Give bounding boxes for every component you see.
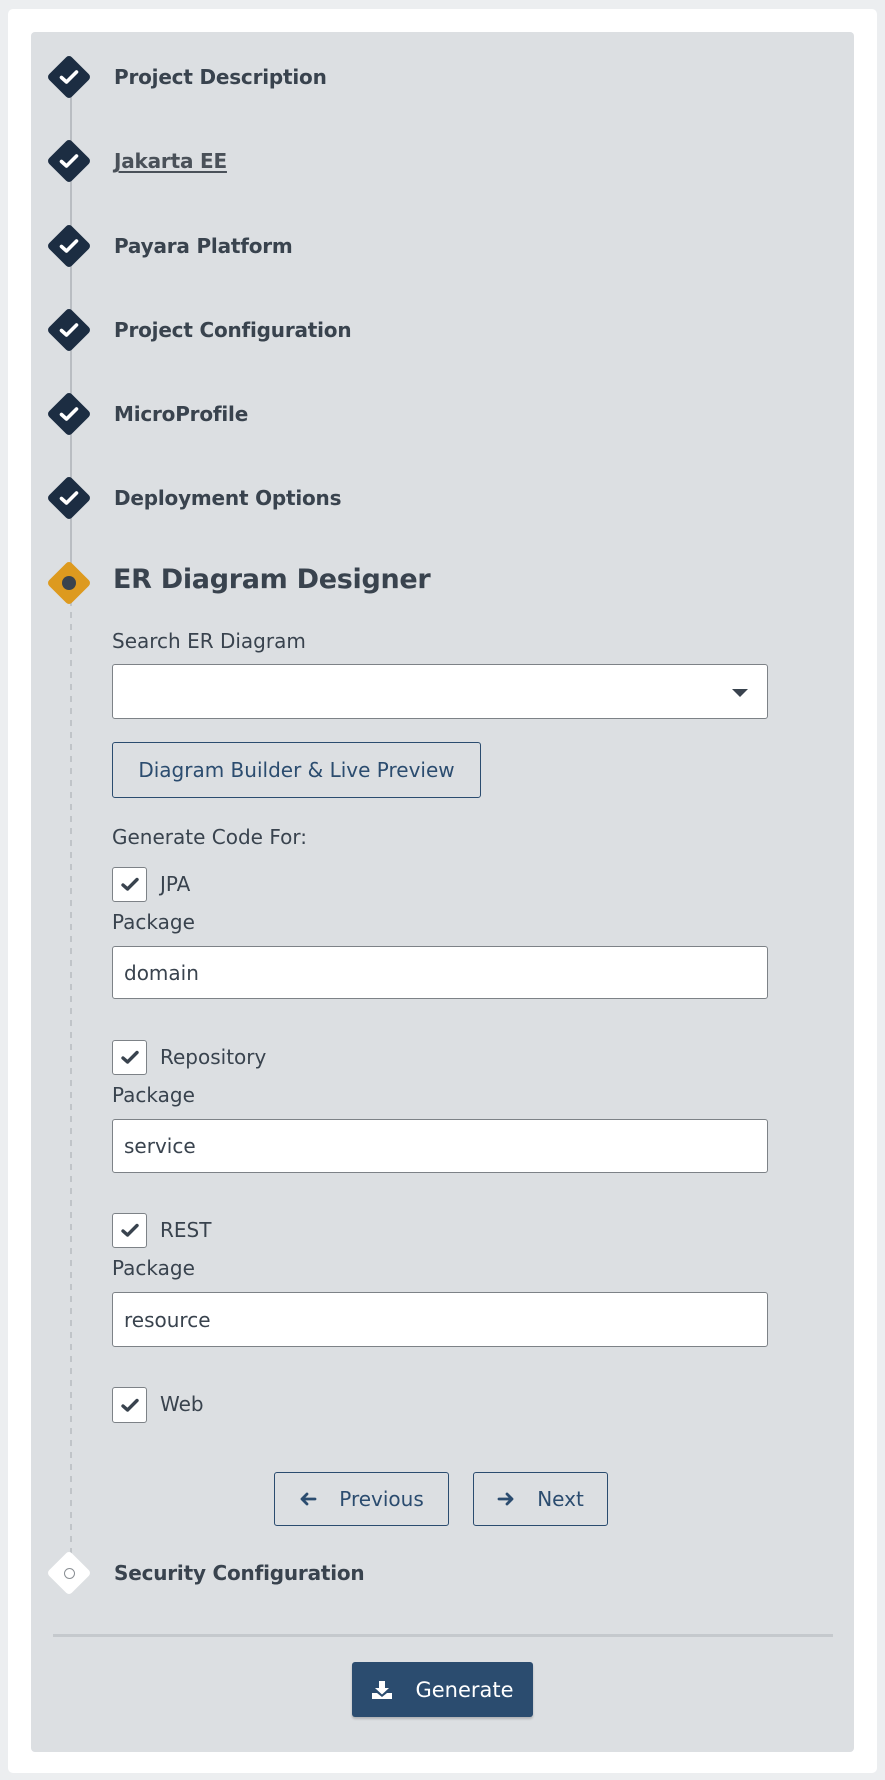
dot-icon bbox=[53, 567, 85, 599]
footer-divider bbox=[53, 1634, 833, 1637]
check-icon bbox=[53, 230, 85, 262]
rest-checkbox[interactable] bbox=[112, 1213, 147, 1248]
repository-package-label: Package bbox=[112, 1083, 195, 1107]
check-icon bbox=[120, 1050, 139, 1064]
web-label[interactable]: Web bbox=[160, 1392, 204, 1416]
rest-package-label: Package bbox=[112, 1256, 195, 1280]
step-project-configuration[interactable]: Project Configuration bbox=[114, 318, 352, 342]
web-checkbox[interactable] bbox=[112, 1387, 147, 1423]
jpa-package-label: Package bbox=[112, 910, 195, 934]
previous-button[interactable]: Previous bbox=[274, 1472, 449, 1526]
step-jakarta-ee[interactable]: Jakarta EE bbox=[114, 149, 227, 173]
check-icon bbox=[53, 482, 85, 514]
timeline-line-pending bbox=[70, 600, 72, 1560]
caret-down-icon bbox=[732, 688, 748, 697]
generate-button-label: Generate bbox=[415, 1677, 514, 1702]
repository-label[interactable]: Repository bbox=[160, 1045, 266, 1069]
download-icon bbox=[372, 1680, 393, 1699]
jpa-checkbox[interactable] bbox=[112, 867, 147, 902]
check-icon bbox=[120, 1398, 139, 1412]
repository-checkbox[interactable] bbox=[112, 1040, 147, 1075]
search-er-diagram-select[interactable] bbox=[112, 664, 768, 719]
check-icon bbox=[53, 398, 85, 430]
step-payara-platform[interactable]: Payara Platform bbox=[114, 234, 293, 258]
step-deployment-options[interactable]: Deployment Options bbox=[114, 486, 342, 510]
jpa-package-value: domain bbox=[124, 960, 199, 985]
arrow-left-icon bbox=[300, 1492, 317, 1506]
check-icon bbox=[53, 145, 85, 177]
check-icon bbox=[53, 61, 85, 93]
check-icon bbox=[120, 877, 139, 891]
check-icon bbox=[53, 314, 85, 346]
search-er-diagram-label: Search ER Diagram bbox=[112, 629, 306, 653]
repository-package-value: service bbox=[124, 1134, 196, 1158]
generate-code-for-label: Generate Code For: bbox=[112, 825, 307, 849]
next-button[interactable]: Next bbox=[473, 1472, 608, 1526]
circle-icon bbox=[53, 1557, 85, 1589]
step-security-configuration[interactable]: Security Configuration bbox=[114, 1561, 365, 1585]
previous-button-label: Previous bbox=[339, 1487, 424, 1511]
repository-package-input[interactable]: service bbox=[112, 1119, 768, 1173]
jpa-label[interactable]: JPA bbox=[160, 872, 190, 896]
diagram-builder-button[interactable]: Diagram Builder & Live Preview bbox=[112, 742, 481, 798]
step-microprofile[interactable]: MicroProfile bbox=[114, 402, 248, 426]
diagram-builder-button-label: Diagram Builder & Live Preview bbox=[138, 758, 455, 782]
step-er-diagram-designer-title: ER Diagram Designer bbox=[113, 564, 431, 595]
check-icon bbox=[120, 1223, 139, 1237]
generate-button[interactable]: Generate bbox=[352, 1662, 533, 1717]
rest-package-value: resource bbox=[124, 1307, 211, 1332]
jpa-package-input[interactable]: domain bbox=[112, 946, 768, 999]
next-button-label: Next bbox=[537, 1487, 584, 1511]
arrow-right-icon bbox=[497, 1492, 514, 1506]
rest-package-input[interactable]: resource bbox=[112, 1292, 768, 1347]
step-project-description[interactable]: Project Description bbox=[114, 65, 327, 89]
rest-label[interactable]: REST bbox=[160, 1218, 211, 1242]
